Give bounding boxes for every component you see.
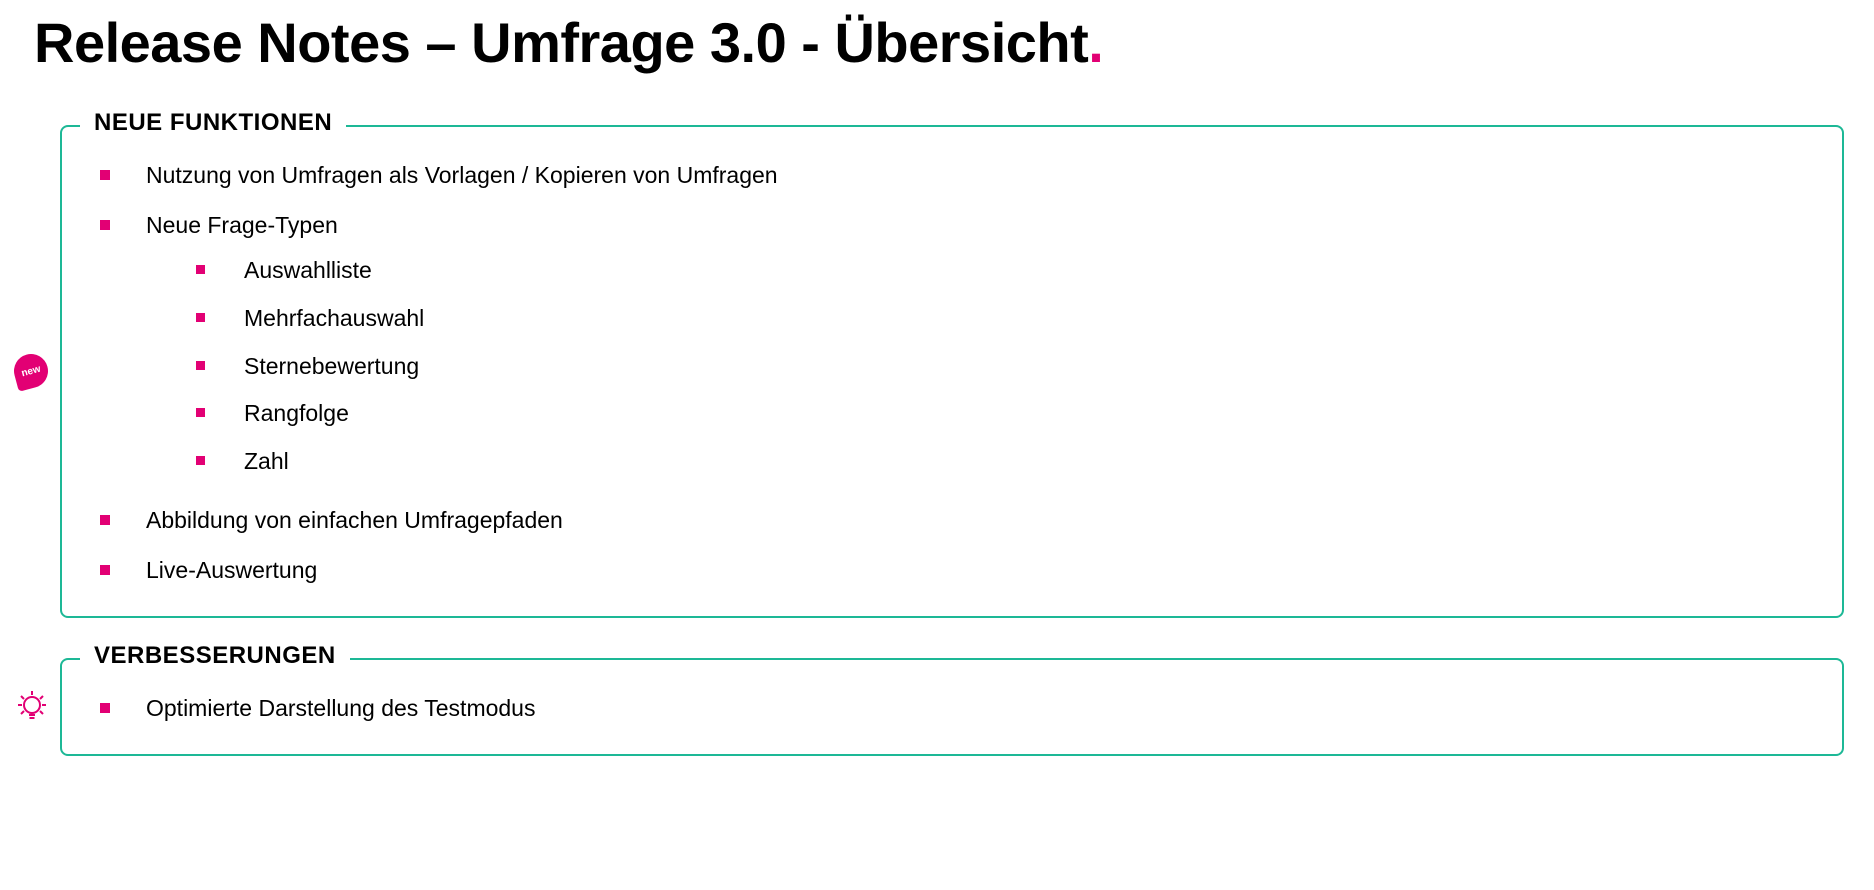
list-item-text: Neue Frage-Typen [146,212,338,238]
improvements-section: VERBESSERUNGEN Optimierte Darstellung de… [60,658,1844,756]
page-title: Release Notes – Umfrage 3.0 - Übersicht. [34,10,1844,75]
new-features-list: Nutzung von Umfragen als Vorlagen / Kopi… [90,151,1814,596]
list-item-text: Abbildung von einfachen Umfragepfaden [146,507,563,533]
list-item-text: Live-Auswertung [146,557,317,583]
list-item: Sternebewertung [196,343,1814,391]
list-item-text: Zahl [244,448,289,474]
list-item-text: Optimierte Darstellung des Testmodus [146,695,535,721]
list-item: Neue Frage-Typen Auswahlliste Mehrfachau… [100,201,1814,496]
list-item: Mehrfachauswahl [196,295,1814,343]
list-item: Zahl [196,438,1814,486]
list-item: Nutzung von Umfragen als Vorlagen / Kopi… [100,151,1814,201]
lightbulb-icon [14,689,50,725]
list-item: Optimierte Darstellung des Testmodus [100,684,1814,734]
question-types-list: Auswahlliste Mehrfachauswahl Sternebewer… [146,247,1814,486]
new-features-legend: NEUE FUNKTIONEN [80,109,346,137]
new-features-box: NEUE FUNKTIONEN Nutzung von Umfragen als… [60,125,1844,618]
list-item: Auswahlliste [196,247,1814,295]
list-item-text: Mehrfachauswahl [244,305,424,331]
improvements-list: Optimierte Darstellung des Testmodus [90,684,1814,734]
new-badge-icon: new [14,354,50,390]
list-item-text: Nutzung von Umfragen als Vorlagen / Kopi… [146,162,778,188]
list-item-text: Rangfolge [244,400,349,426]
improvements-box: VERBESSERUNGEN Optimierte Darstellung de… [60,658,1844,756]
list-item: Live-Auswertung [100,546,1814,596]
improvements-legend: VERBESSERUNGEN [80,642,350,670]
new-badge-label: new [20,363,42,379]
new-features-section: new NEUE FUNKTIONEN Nutzung von Umfragen… [60,125,1844,618]
list-item-text: Sternebewertung [244,353,419,379]
title-dot: . [1088,11,1103,74]
list-item-text: Auswahlliste [244,257,372,283]
list-item: Abbildung von einfachen Umfragepfaden [100,496,1814,546]
list-item: Rangfolge [196,390,1814,438]
page-title-text: Release Notes – Umfrage 3.0 - Übersicht [34,11,1088,74]
